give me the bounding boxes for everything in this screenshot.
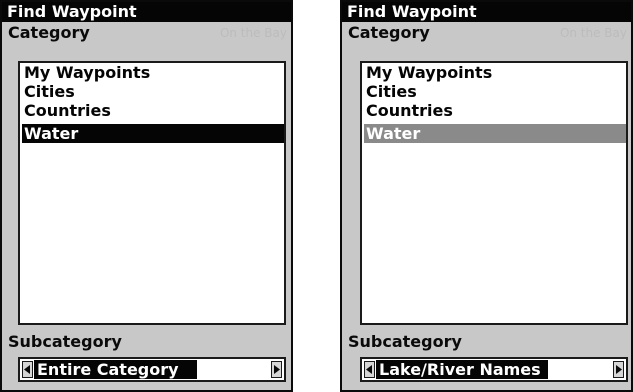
find-waypoint-screen-right: Find Waypoint Category On the Bay My Way… xyxy=(340,0,633,392)
background-ghost-text: On the Bay xyxy=(219,26,287,40)
subcategory-value: Entire Category xyxy=(34,360,197,379)
category-item-my-waypoints[interactable]: My Waypoints xyxy=(22,63,284,82)
arrow-right-icon[interactable] xyxy=(271,361,282,378)
background-ghost-text: On the Bay xyxy=(559,26,627,40)
subcategory-value: Lake/River Names xyxy=(376,360,548,379)
category-item-countries[interactable]: Countries xyxy=(364,101,626,120)
category-item-cities[interactable]: Cities xyxy=(22,82,284,101)
subcategory-label: Subcategory xyxy=(8,332,122,351)
arrow-left-icon[interactable] xyxy=(364,361,375,378)
category-list: My Waypoints Cities Countries Water xyxy=(18,61,286,325)
find-waypoint-screen-left: Find Waypoint Category On the Bay My Way… xyxy=(0,0,293,392)
window-title: Find Waypoint xyxy=(342,2,631,22)
category-item-water[interactable]: Water xyxy=(364,124,626,143)
category-item-water[interactable]: Water xyxy=(22,124,284,143)
window-title: Find Waypoint xyxy=(2,2,291,22)
arrow-right-icon[interactable] xyxy=(613,361,624,378)
category-item-countries[interactable]: Countries xyxy=(22,101,284,120)
category-label: Category xyxy=(8,23,90,42)
category-item-cities[interactable]: Cities xyxy=(364,82,626,101)
subcategory-selector[interactable]: Entire Category xyxy=(18,357,286,382)
arrow-left-icon[interactable] xyxy=(22,361,33,378)
subcategory-label: Subcategory xyxy=(348,332,462,351)
category-label: Category xyxy=(348,23,430,42)
category-item-my-waypoints[interactable]: My Waypoints xyxy=(364,63,626,82)
category-list: My Waypoints Cities Countries Water xyxy=(360,61,628,325)
subcategory-selector[interactable]: Lake/River Names xyxy=(360,357,628,382)
